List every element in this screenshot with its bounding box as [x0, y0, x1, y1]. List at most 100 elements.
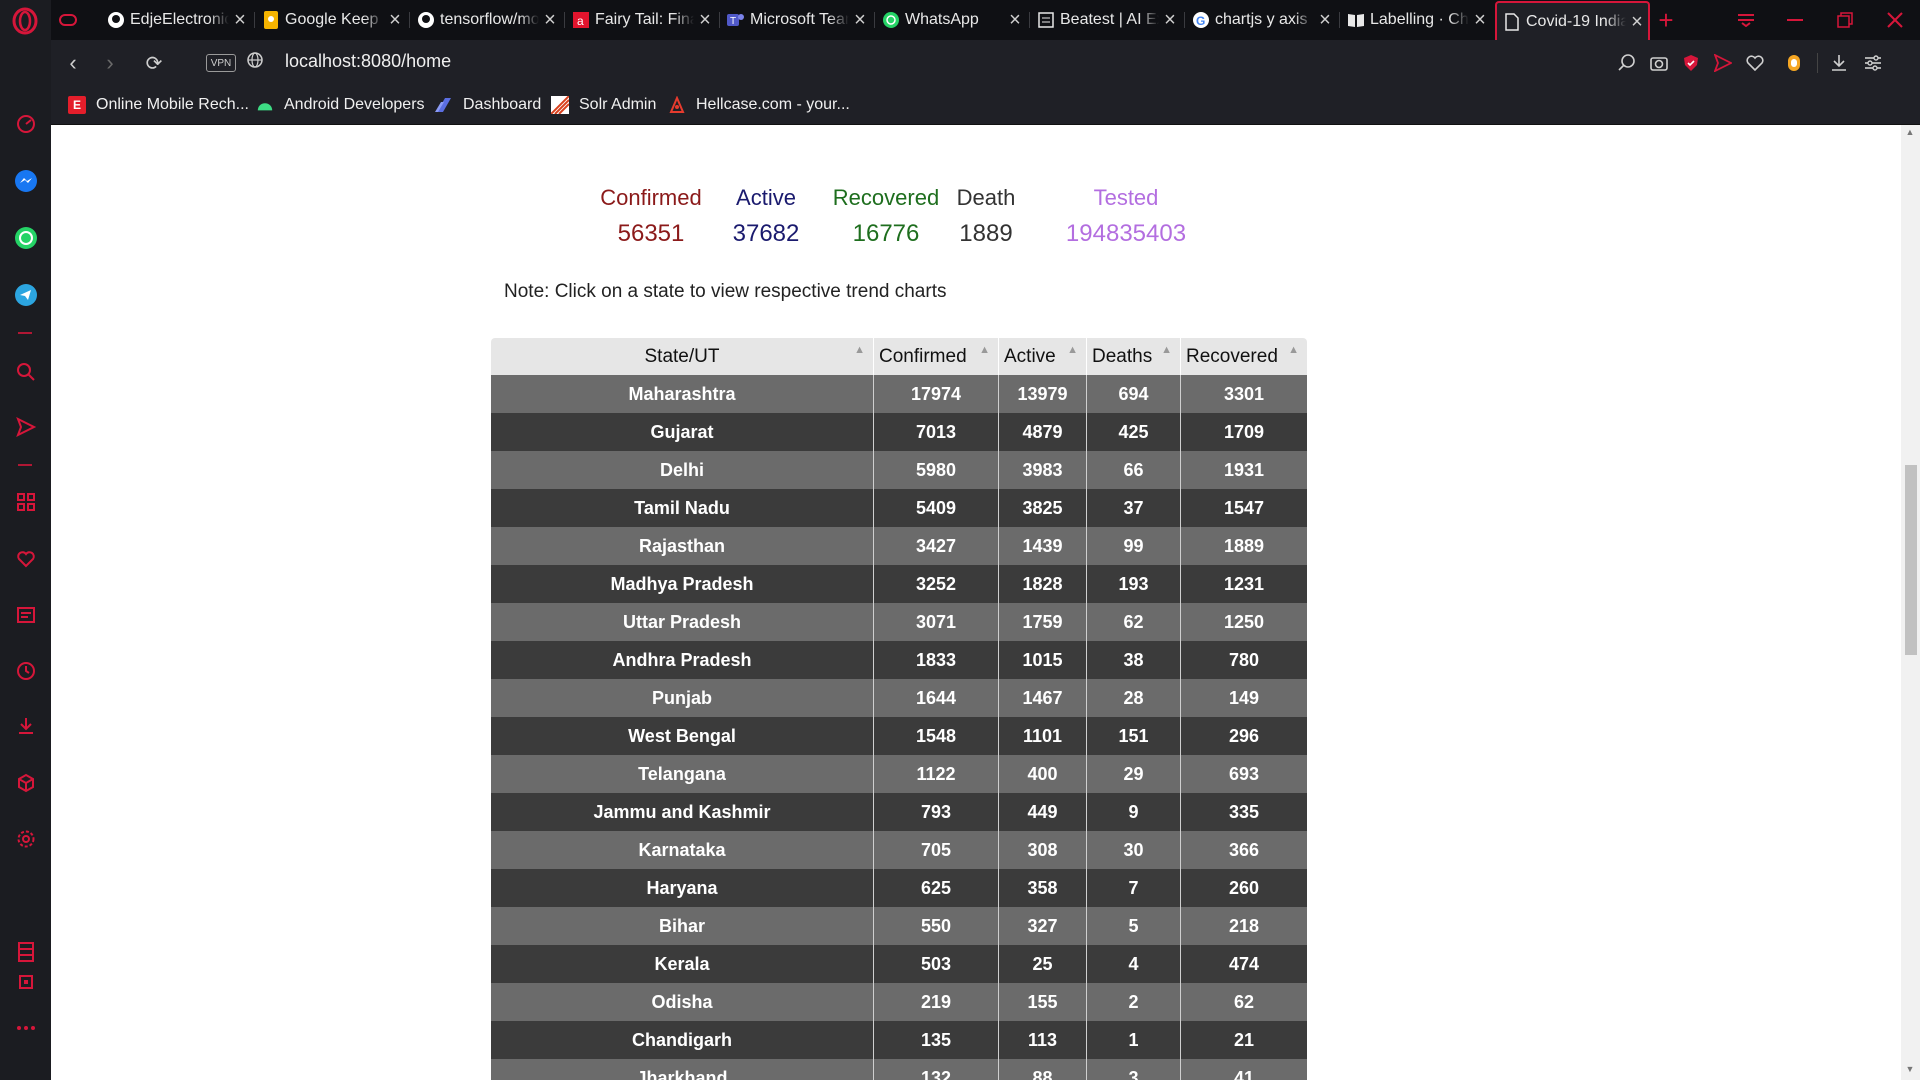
bookmark-label: Android Developers: [284, 96, 425, 113]
tab-labelling[interactable]: Labelling · Ch ×: [1341, 3, 1491, 37]
whatsapp-sidebar-icon[interactable]: [0, 218, 51, 258]
scroll-up-arrow-icon[interactable]: ▲: [1904, 127, 1916, 141]
tab-covid-19-india[interactable]: Covid-19 India ×: [1495, 1, 1650, 41]
table-row[interactable]: Delhi 5980 3983 66 1931: [491, 451, 1307, 489]
bookmark-hellcase[interactable]: Hellcase.com - your...: [668, 93, 850, 117]
easy-setup-icon[interactable]: [1860, 50, 1886, 76]
history-clock-icon[interactable]: [0, 651, 51, 691]
telegram-icon[interactable]: [0, 275, 51, 315]
settings-gear-icon[interactable]: [0, 819, 51, 859]
minimize-icon[interactable]: [1770, 0, 1820, 40]
sort-arrow-icon[interactable]: ▲: [979, 344, 990, 356]
workspaces-grid-icon[interactable]: [0, 482, 51, 522]
tab-label: Microsoft Teams: [750, 11, 849, 28]
table-row[interactable]: Maharashtra 17974 13979 694 3301: [491, 375, 1307, 413]
table-row[interactable]: Telangana 1122 400 29 693: [491, 755, 1307, 793]
table-row[interactable]: Madhya Pradesh 3252 1828 193 1231: [491, 565, 1307, 603]
extension-icon[interactable]: [1781, 50, 1807, 76]
tab-google-keep[interactable]: Google Keep ×: [256, 3, 406, 37]
restore-window-icon[interactable]: [1820, 0, 1870, 40]
bookmark-dashboard[interactable]: Dashboard: [435, 93, 541, 117]
adblock-shield-icon[interactable]: [1678, 50, 1704, 76]
table-row[interactable]: Chandigarh 135 113 1 21: [491, 1021, 1307, 1059]
state-cell: West Bengal: [491, 717, 874, 755]
deaths-cell: 9: [1087, 793, 1181, 831]
tab-chartjs[interactable]: G chartjs y axis ×: [1186, 3, 1336, 37]
vpn-badge[interactable]: VPN: [206, 54, 236, 72]
messenger-icon[interactable]: [0, 161, 51, 201]
page-scrollbar[interactable]: ▲ ▼: [1901, 125, 1920, 1080]
tab-close-icon[interactable]: ×: [849, 9, 871, 32]
sort-arrow-icon[interactable]: ▲: [1161, 344, 1172, 356]
table-row[interactable]: Andhra Pradesh 1833 1015 38 780: [491, 641, 1307, 679]
table-row[interactable]: Jammu and Kashmir 793 449 9 335: [491, 793, 1307, 831]
table-row[interactable]: Bihar 550 327 5 218: [491, 907, 1307, 945]
table-row[interactable]: Haryana 625 358 7 260: [491, 869, 1307, 907]
bookmark-online-mobile[interactable]: E Online Mobile Rech...: [68, 93, 249, 117]
speed-dial-icon[interactable]: [0, 104, 51, 144]
tab-close-icon[interactable]: ×: [229, 9, 251, 32]
site-info-globe-icon[interactable]: [247, 52, 263, 73]
url-field[interactable]: localhost:8080/home: [285, 51, 451, 72]
tab-tensorflow-models[interactable]: tensorflow/models ×: [411, 3, 561, 37]
table-row[interactable]: West Bengal 1548 1101 151 296: [491, 717, 1307, 755]
column-header-active[interactable]: Active ▲: [999, 338, 1087, 375]
tab-close-icon[interactable]: ×: [384, 9, 406, 32]
tab-fairy-tail[interactable]: a Fairy Tail: Final ×: [566, 3, 716, 37]
new-tab-plus-icon[interactable]: +: [1651, 3, 1681, 37]
tab-close-icon[interactable]: ×: [694, 9, 716, 32]
sort-arrow-icon[interactable]: ▲: [1067, 344, 1078, 356]
sort-arrow-icon[interactable]: ▲: [1288, 344, 1299, 356]
tab-microsoft-teams[interactable]: T Microsoft Teams ×: [721, 3, 871, 37]
tab-close-icon[interactable]: ×: [1626, 11, 1648, 34]
table-row[interactable]: Gujarat 7013 4879 425 1709: [491, 413, 1307, 451]
note-text: Note: Click on a state to view respectiv…: [504, 281, 947, 302]
bookmark-android-developers[interactable]: Android Developers: [256, 93, 425, 117]
flow-send-icon[interactable]: [0, 407, 51, 447]
opera-logo-icon[interactable]: [6, 2, 44, 40]
reload-icon[interactable]: ⟳: [139, 48, 169, 78]
column-header-state[interactable]: State/UT ▲: [491, 338, 874, 375]
table-row[interactable]: Uttar Pradesh 3071 1759 62 1250: [491, 603, 1307, 641]
tab-menu-icon[interactable]: [1721, 0, 1771, 40]
table-row[interactable]: Punjab 1644 1467 28 149: [491, 679, 1307, 717]
table-header: State/UT ▲ Confirmed ▲ Active ▲ Deaths ▲…: [491, 338, 1307, 375]
gamer-tab-icon[interactable]: [59, 3, 79, 37]
tab-whatsapp[interactable]: WhatsApp ×: [876, 3, 1026, 37]
sort-arrow-icon[interactable]: ▲: [854, 344, 865, 356]
back-arrow-icon[interactable]: ‹: [58, 48, 88, 78]
table-row[interactable]: Karnataka 705 308 30 366: [491, 831, 1307, 869]
search-icon[interactable]: [0, 352, 51, 392]
tab-edjeelectronics[interactable]: EdjeElectronics ×: [101, 3, 251, 37]
tab-close-icon[interactable]: ×: [1159, 9, 1181, 32]
cpu-chip-icon[interactable]: [0, 962, 51, 1002]
column-header-confirmed[interactable]: Confirmed ▲: [874, 338, 999, 375]
table-row[interactable]: Tamil Nadu 5409 3825 37 1547: [491, 489, 1307, 527]
bookmark-solr-admin[interactable]: Solr Admin: [551, 93, 656, 117]
column-header-deaths[interactable]: Deaths ▲: [1087, 338, 1181, 375]
snapshot-camera-icon[interactable]: [1646, 50, 1672, 76]
scroll-down-arrow-icon[interactable]: ▼: [1904, 1064, 1916, 1078]
flow-send-toolbar-icon[interactable]: [1710, 50, 1736, 76]
tab-close-icon[interactable]: ×: [1314, 9, 1336, 32]
table-row[interactable]: Odisha 219 155 2 62: [491, 983, 1307, 1021]
downloads-toolbar-icon[interactable]: [1826, 50, 1852, 76]
scrollbar-thumb[interactable]: [1905, 465, 1917, 655]
close-window-icon[interactable]: [1870, 0, 1920, 40]
table-row[interactable]: Kerala 503 25 4 474: [491, 945, 1307, 983]
more-dots-icon[interactable]: [0, 1008, 51, 1048]
bookmark-heart-icon[interactable]: [1742, 50, 1768, 76]
search-page-icon[interactable]: [1614, 50, 1640, 76]
tab-beatest[interactable]: Beatest | AI Exam ×: [1031, 3, 1181, 37]
column-header-recovered[interactable]: Recovered ▲: [1181, 338, 1307, 375]
table-row[interactable]: Jharkhand 132 88 3 41: [491, 1059, 1307, 1080]
table-row[interactable]: Rajasthan 3427 1439 99 1889: [491, 527, 1307, 565]
tab-close-icon[interactable]: ×: [539, 9, 561, 32]
extensions-cube-icon[interactable]: [0, 763, 51, 803]
tab-close-icon[interactable]: ×: [1469, 9, 1491, 32]
tab-close-icon[interactable]: ×: [1004, 9, 1026, 32]
forward-arrow-icon[interactable]: ›: [95, 48, 125, 78]
downloads-icon[interactable]: [0, 706, 51, 746]
news-icon[interactable]: [0, 595, 51, 635]
heart-bookmarks-icon[interactable]: [0, 539, 51, 579]
